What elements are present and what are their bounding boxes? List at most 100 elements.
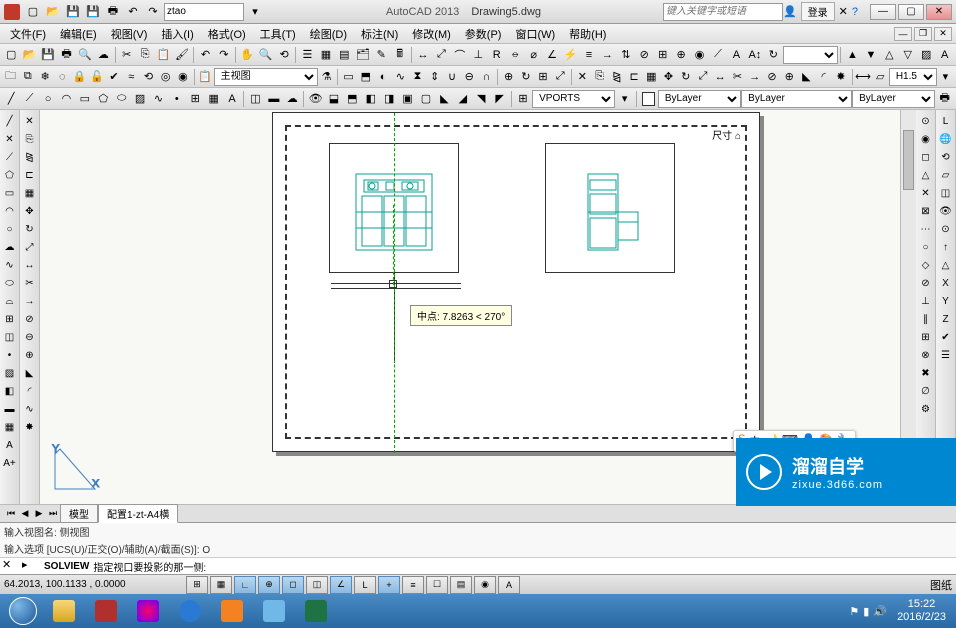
dim-arc-icon[interactable]: ⌒ bbox=[451, 45, 469, 65]
calc-icon[interactable]: 🖩 bbox=[390, 45, 408, 65]
voffset-icon[interactable]: ⊏ bbox=[21, 166, 39, 184]
scale-icon[interactable]: ⤢ bbox=[694, 67, 711, 87]
menu-window[interactable]: 窗口(W) bbox=[509, 24, 561, 44]
layer-combo[interactable]: 主视图 bbox=[214, 68, 318, 86]
erase-icon[interactable]: ✕ bbox=[574, 67, 591, 87]
vhatch-icon[interactable]: ▨ bbox=[1, 364, 19, 382]
dim-update-icon[interactable]: ↻ bbox=[764, 45, 782, 65]
dim-diameter-icon[interactable]: ⌀ bbox=[524, 45, 542, 65]
mtext-icon[interactable]: A bbox=[223, 89, 241, 109]
back-view-icon[interactable]: ▢ bbox=[417, 89, 435, 109]
vchamfer-icon[interactable]: ◣ bbox=[21, 364, 39, 382]
ucs-face-icon[interactable]: ▱ bbox=[937, 166, 955, 184]
qat-saveas-icon[interactable]: 💾 bbox=[84, 3, 102, 21]
lwt-button[interactable]: ≡ bbox=[402, 576, 424, 594]
layer-unlock-icon[interactable]: 🔓 bbox=[88, 67, 105, 87]
tab-prev-icon[interactable]: ◀ bbox=[18, 507, 32, 521]
vspline-icon[interactable]: ∿ bbox=[1, 256, 19, 274]
vpolygon-icon[interactable]: ⬠ bbox=[1, 166, 19, 184]
draworder-front-icon[interactable]: ▲ bbox=[843, 45, 861, 65]
help-icon[interactable]: ? bbox=[852, 6, 858, 18]
vtable-icon[interactable]: ▦ bbox=[1, 418, 19, 436]
redo-icon[interactable]: ↷ bbox=[215, 45, 233, 65]
layer-lock-icon[interactable]: 🔒 bbox=[71, 67, 88, 87]
vmirror-icon[interactable]: ⧎ bbox=[21, 148, 39, 166]
preview-icon[interactable]: 🔍 bbox=[76, 45, 94, 65]
ellipse-icon[interactable]: ⬭ bbox=[112, 89, 130, 109]
spline-icon[interactable]: ∿ bbox=[149, 89, 167, 109]
mdi-restore[interactable]: ❐ bbox=[914, 27, 932, 41]
osnap-near-icon[interactable]: ✖ bbox=[917, 364, 935, 382]
start-button[interactable] bbox=[4, 595, 42, 627]
vscroll-thumb[interactable] bbox=[903, 130, 914, 190]
dim-aligned-icon[interactable]: ⤢ bbox=[432, 45, 450, 65]
vline-icon[interactable]: ╱ bbox=[1, 112, 19, 130]
loft-icon[interactable]: ⧗ bbox=[409, 67, 426, 87]
copy-icon[interactable]: ⎘ bbox=[136, 45, 154, 65]
menu-edit[interactable]: 编辑(E) bbox=[54, 24, 103, 44]
3dalign-icon[interactable]: ⊞ bbox=[534, 67, 551, 87]
layer-make-current-icon[interactable]: ✔ bbox=[105, 67, 122, 87]
qat-new-icon[interactable]: ▢ bbox=[24, 3, 42, 21]
command-input-row[interactable]: ✕ ▸ SOLVIEW 指定视口要投影的那一侧: bbox=[0, 557, 956, 574]
menu-dimension[interactable]: 标注(N) bbox=[355, 24, 404, 44]
cut-icon[interactable]: ✂ bbox=[118, 45, 136, 65]
vcircle-icon[interactable]: ○ bbox=[1, 220, 19, 238]
dim-ordinate-icon[interactable]: ⊥ bbox=[469, 45, 487, 65]
vinsert-icon[interactable]: ⊞ bbox=[1, 310, 19, 328]
menu-help[interactable]: 帮助(H) bbox=[563, 24, 612, 44]
circle-icon[interactable]: ○ bbox=[39, 89, 57, 109]
task-app3[interactable] bbox=[254, 596, 294, 626]
vrotate-icon[interactable]: ↻ bbox=[21, 220, 39, 238]
tray-volume-icon[interactable]: 🔊 bbox=[873, 605, 887, 618]
varray-icon[interactable]: ▦ bbox=[21, 184, 39, 202]
login-button[interactable]: 登录 bbox=[801, 2, 835, 21]
vjoin-icon[interactable]: ⊕ bbox=[21, 346, 39, 364]
qat-save-icon[interactable]: 💾 bbox=[64, 3, 82, 21]
draworder-above-icon[interactable]: △ bbox=[880, 45, 898, 65]
front-view-icon[interactable]: ▣ bbox=[398, 89, 416, 109]
vellipsearc-icon[interactable]: ⌓ bbox=[1, 292, 19, 310]
coordinate-display[interactable]: 64.2013, 100.1133 , 0.0000 bbox=[4, 579, 184, 590]
zoom-prev-icon[interactable]: ⟲ bbox=[275, 45, 293, 65]
new-icon[interactable]: ▢ bbox=[2, 45, 20, 65]
snap-button[interactable]: ⊞ bbox=[186, 576, 208, 594]
tolerance-icon[interactable]: ⊞ bbox=[653, 45, 671, 65]
ucs-3point-icon[interactable]: △ bbox=[937, 256, 955, 274]
open-icon[interactable]: 📂 bbox=[20, 45, 38, 65]
vstretch-icon[interactable]: ↔ bbox=[21, 256, 39, 274]
sc-button[interactable]: ◉ bbox=[474, 576, 496, 594]
match-icon[interactable]: 🖌 bbox=[173, 45, 191, 65]
linetype-combo[interactable]: ByLayer bbox=[741, 90, 852, 108]
qat-dropdown-icon[interactable]: ▾ bbox=[246, 3, 264, 21]
draworder-under-icon[interactable]: ▽ bbox=[899, 45, 917, 65]
copy2-icon[interactable]: ⎘ bbox=[591, 67, 608, 87]
ucs-named-icon[interactable]: ☰ bbox=[937, 346, 955, 364]
dim-break-icon[interactable]: ⊘ bbox=[635, 45, 653, 65]
dim-jog-line-icon[interactable]: ⟋ bbox=[709, 45, 727, 65]
help-search-input[interactable] bbox=[663, 3, 783, 21]
verase-icon[interactable]: ✕ bbox=[21, 112, 39, 130]
varc-icon[interactable]: ◠ bbox=[1, 202, 19, 220]
vfillet-icon[interactable]: ◜ bbox=[21, 382, 39, 400]
tpy-button[interactable]: ☐ bbox=[426, 576, 448, 594]
osnap-none-icon[interactable]: ∅ bbox=[917, 382, 935, 400]
dim-radius-icon[interactable]: R bbox=[488, 45, 506, 65]
left-view-icon[interactable]: ◧ bbox=[362, 89, 380, 109]
vports-scale-icon[interactable]: ▾ bbox=[615, 89, 633, 109]
qat-redo-icon[interactable]: ↷ bbox=[144, 3, 162, 21]
ucs-z-icon[interactable]: Z bbox=[937, 310, 955, 328]
color-swatch-icon[interactable] bbox=[642, 92, 655, 106]
osnap-settings-icon[interactable]: ⚙ bbox=[917, 400, 935, 418]
color-combo[interactable]: ByLayer bbox=[658, 90, 741, 108]
inspect-icon[interactable]: ◉ bbox=[690, 45, 708, 65]
dim-jogged-icon[interactable]: ⦵ bbox=[506, 45, 524, 65]
revolve-icon[interactable]: ◐ bbox=[374, 67, 391, 87]
menu-file[interactable]: 文件(F) bbox=[4, 24, 52, 44]
ucs-y-icon[interactable]: Y bbox=[937, 292, 955, 310]
tool-palette-icon[interactable]: ▤ bbox=[335, 45, 353, 65]
vtrim-icon[interactable]: ✂ bbox=[21, 274, 39, 292]
qat-workspace-combo[interactable] bbox=[164, 3, 244, 21]
layer-states-icon[interactable]: ⧉ bbox=[19, 67, 36, 87]
tray-clock[interactable]: 15:22 2016/2/23 bbox=[891, 598, 952, 624]
